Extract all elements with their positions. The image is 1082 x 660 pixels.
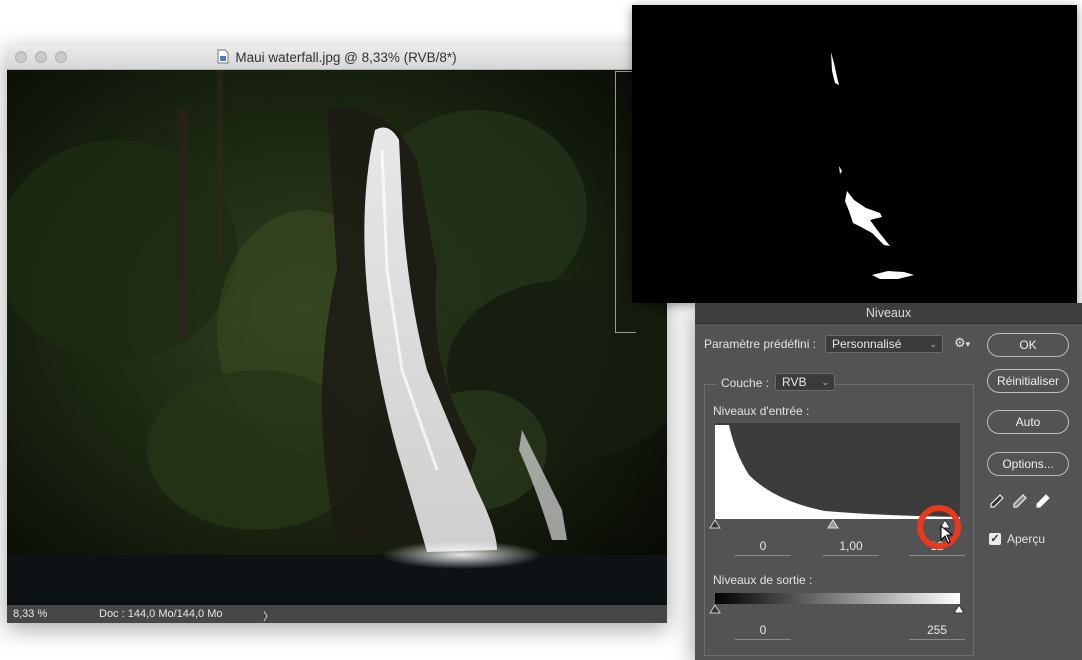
document-window: Maui waterfall.jpg @ 8,33% (RVB/8*) 8,33… [7,45,667,623]
preview-checkbox[interactable]: ✓ [989,533,1001,545]
input-gamma-slider[interactable] [827,519,839,529]
document-icon [217,49,229,64]
ok-button[interactable]: OK [987,333,1069,357]
black-eyedropper-icon[interactable] [989,493,1005,509]
doc-size-readout: Doc : 144,0 Mo/144,0 Mo [99,608,223,620]
chevron-down-icon: ⌄ [929,339,937,349]
output-black-field[interactable]: 0 [735,623,791,640]
dialog-title[interactable]: Niveaux [695,303,1082,324]
channel-value: RVB [782,375,807,389]
waterfall-photo [7,70,667,605]
histogram [715,423,960,519]
preview-label: Aperçu [1007,532,1046,546]
input-gamma-field[interactable]: 1,00 [823,539,879,556]
preset-select[interactable]: Personnalisé ⌄ [825,335,943,353]
reset-button[interactable]: Réinitialiser [987,369,1069,393]
preset-value: Personnalisé [832,337,902,351]
output-gradient-bar [715,593,960,604]
input-black-slider[interactable] [709,519,721,529]
output-levels-label: Niveaux de sortie : [713,573,813,587]
status-bar: 8,33 % Doc : 144,0 Mo/144,0 Mo 〉 [7,605,667,623]
highlight-circle [917,505,961,549]
options-button[interactable]: Options... [987,452,1069,476]
status-menu-arrow[interactable]: 〉 [263,608,274,624]
cursor-arrow-icon [940,525,954,544]
histogram-graph [715,425,960,519]
output-white-field[interactable]: 255 [909,623,965,640]
zoom-readout[interactable]: 8,33 % [13,608,47,620]
channel-select[interactable]: RVB ⌄ [775,373,835,391]
chevron-down-icon: ⌄ [821,377,829,387]
auto-button[interactable]: Auto [987,410,1069,434]
preset-label: Paramètre prédéfini : [704,337,817,351]
image-canvas[interactable] [7,70,667,605]
channel-label: Couche : [717,376,774,390]
gear-icon[interactable]: ⚙▾ [954,335,970,351]
levels-dialog: Niveaux Paramètre prédéfini : Personnali… [695,303,1082,660]
output-white-slider[interactable] [953,604,965,614]
white-eyedropper-icon[interactable] [1035,493,1051,509]
clipping-preview-image [831,52,914,279]
threshold-preview [632,5,1077,303]
window-titlebar[interactable]: Maui waterfall.jpg @ 8,33% (RVB/8*) [7,45,667,70]
output-black-slider[interactable] [709,604,721,614]
document-title: Maui waterfall.jpg @ 8,33% (RVB/8*) [235,50,457,65]
input-black-field[interactable]: 0 [735,539,791,556]
gray-eyedropper-icon[interactable] [1012,493,1028,509]
input-levels-label: Niveaux d'entrée : [713,404,810,418]
